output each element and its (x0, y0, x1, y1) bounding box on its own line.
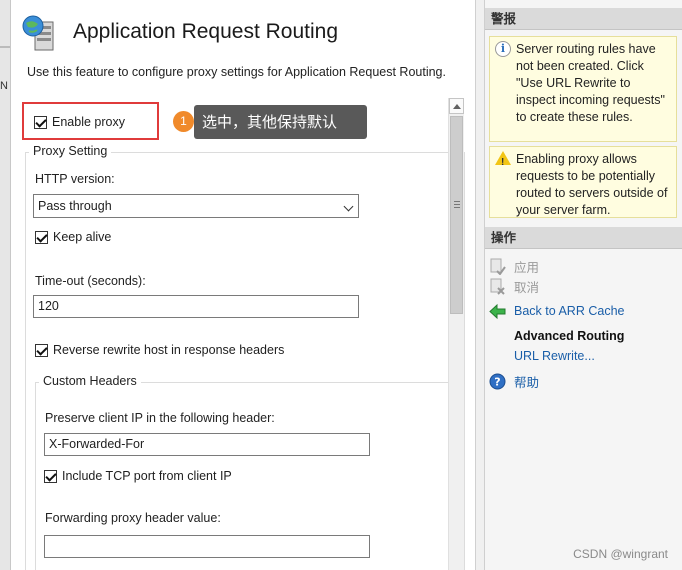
left-panel-edge: N (0, 0, 11, 570)
forwarding-header-label: Forwarding proxy header value: (45, 511, 221, 525)
step-badge: 1 (173, 111, 194, 132)
server-globe-icon (22, 15, 54, 51)
forwarding-header-input[interactable] (44, 535, 370, 558)
enable-proxy-highlight-box (22, 102, 159, 140)
back-arrow-icon (489, 303, 506, 319)
apply-label: 应用 (514, 260, 540, 275)
checkbox-checked[interactable] (35, 230, 48, 244)
scroll-up-arrow-icon[interactable] (449, 98, 464, 114)
scrollbar-thumb[interactable] (450, 116, 463, 314)
cancel-icon (490, 278, 505, 295)
back-to-arr-cache-link[interactable]: Back to ARR Cache (489, 301, 624, 321)
timeout-label: Time-out (seconds): (35, 274, 146, 288)
alert-warning: ! Enabling proxy allows requests to be p… (489, 146, 677, 218)
preserve-ip-value: X-Forwarded-For (49, 437, 145, 451)
actions-header: 操作 (485, 227, 682, 249)
grip-line (454, 207, 460, 208)
timeout-value: 120 (38, 299, 59, 313)
apply-action[interactable]: 应用 (489, 256, 539, 276)
alert-info-text: Server routing rules have not been creat… (516, 42, 665, 124)
actions-pane: 警报 i Server routing rules have not been … (484, 0, 682, 570)
help-icon: ? (489, 373, 506, 389)
checkbox-checked[interactable] (35, 343, 48, 357)
info-icon: i (495, 41, 511, 57)
alert-warning-text: Enabling proxy allows requests to be pot… (516, 152, 668, 217)
truncated-label: N (0, 80, 8, 92)
timeout-input[interactable]: 120 (33, 295, 359, 318)
keep-alive-label: Keep alive (53, 230, 112, 244)
annotation-tooltip: 选中，其他保持默认 (194, 105, 367, 139)
include-tcp-port-label: Include TCP port from client IP (62, 469, 232, 483)
reverse-rewrite-label: Reverse rewrite host in response headers (53, 343, 285, 357)
http-version-label: HTTP version: (35, 172, 115, 186)
help-label: 帮助 (514, 375, 540, 390)
url-rewrite-label: URL Rewrite... (514, 349, 595, 363)
cancel-action[interactable]: 取消 (489, 276, 539, 296)
grip-line (454, 201, 460, 202)
apply-icon (490, 258, 506, 275)
grip-line (454, 204, 460, 205)
divider (0, 46, 10, 48)
svg-text:?: ? (494, 375, 500, 388)
advanced-routing-label: Advanced Routing (514, 329, 625, 343)
keep-alive-checkbox[interactable]: Keep alive (35, 230, 111, 244)
page-description: Use this feature to configure proxy sett… (27, 65, 446, 79)
cancel-label: 取消 (514, 280, 540, 295)
page-title: Application Request Routing (73, 20, 339, 43)
include-tcp-port-checkbox[interactable]: Include TCP port from client IP (44, 469, 232, 483)
alerts-header: 警报 (485, 8, 682, 30)
preserve-ip-label: Preserve client IP in the following head… (45, 411, 275, 425)
vertical-scrollbar[interactable] (448, 98, 464, 570)
http-version-select[interactable]: Pass through (33, 194, 359, 218)
feature-pane: Application Request Routing Use this fea… (11, 0, 476, 570)
advanced-routing-heading: Advanced Routing (514, 326, 624, 346)
proxy-setting-legend: Proxy Setting (29, 144, 112, 158)
url-rewrite-link[interactable]: URL Rewrite... (514, 346, 595, 366)
custom-headers-legend: Custom Headers (39, 374, 141, 388)
preserve-ip-input[interactable]: X-Forwarded-For (44, 433, 370, 456)
warning-icon: ! (495, 151, 511, 168)
checkbox-checked[interactable] (44, 469, 57, 483)
reverse-rewrite-checkbox[interactable]: Reverse rewrite host in response headers (35, 343, 284, 357)
alert-info: i Server routing rules have not been cre… (489, 36, 677, 142)
http-version-value: Pass through (38, 199, 112, 213)
settings-scroll-area[interactable]: Enable proxy Proxy Setting HTTP version:… (11, 98, 465, 570)
watermark: CSDN @wingrant (573, 547, 668, 561)
help-link[interactable]: ? 帮助 (489, 371, 539, 391)
chevron-down-icon (343, 201, 354, 212)
back-label: Back to ARR Cache (514, 304, 625, 318)
